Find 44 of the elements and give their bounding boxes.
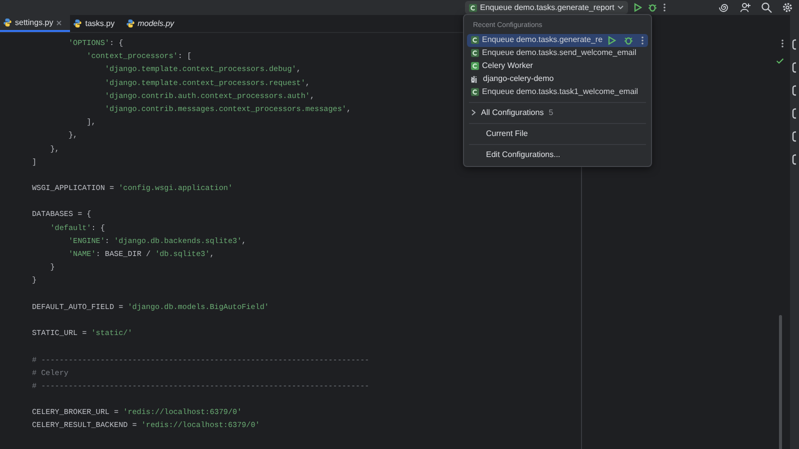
- more-icon[interactable]: [663, 3, 666, 12]
- search-icon[interactable]: [761, 2, 772, 13]
- more-icon[interactable]: [641, 36, 644, 44]
- configuration-item[interactable]: Enqueue demo.tasks.send_welcome_email: [467, 46, 648, 60]
- configuration-item[interactable]: Enqueue demo.tasks.task1_welcome_email: [467, 86, 648, 98]
- celery-icon: [471, 62, 479, 70]
- tool-window-icon[interactable]: [790, 85, 796, 96]
- tool-window-icon[interactable]: [790, 131, 796, 142]
- menu-label: All Configurations: [481, 106, 544, 118]
- all-configurations-item[interactable]: All Configurations 5: [467, 106, 648, 120]
- menu-item[interactable]: Edit Configurations...: [467, 148, 648, 162]
- more-icon[interactable]: [781, 39, 784, 48]
- python-file-icon: [73, 19, 82, 28]
- celery-icon: [469, 4, 477, 12]
- debug-icon[interactable]: [624, 36, 633, 44]
- settings-icon[interactable]: [782, 2, 793, 13]
- chevron-right-icon: [471, 109, 476, 116]
- tool-window-icon[interactable]: [790, 39, 796, 50]
- run-icon[interactable]: [634, 3, 642, 12]
- run-icon[interactable]: [608, 36, 616, 44]
- celery-icon: [471, 88, 479, 96]
- file-tab[interactable]: settings.py: [0, 15, 70, 32]
- python-file-icon: [3, 18, 12, 27]
- file-tab[interactable]: tasks.py: [70, 15, 123, 32]
- close-icon[interactable]: [56, 20, 62, 26]
- tool-window-icon[interactable]: [790, 154, 796, 165]
- spiral-icon[interactable]: [719, 2, 730, 13]
- tool-window-icon[interactable]: [790, 108, 796, 119]
- tool-window-icon[interactable]: [790, 62, 796, 73]
- count-label: 5: [548, 106, 554, 118]
- menu-item[interactable]: Current File: [467, 126, 648, 140]
- chevron-down-icon: [617, 5, 624, 10]
- file-tab[interactable]: models.py: [122, 15, 182, 32]
- python-file-icon: [126, 19, 135, 28]
- celery-icon: [471, 49, 479, 57]
- add-user-icon[interactable]: [740, 2, 751, 13]
- run-configuration-dropdown[interactable]: Enqueue demo.tasks.generate_report: [465, 1, 628, 14]
- celery-icon: [471, 36, 479, 44]
- check-icon: [776, 58, 784, 64]
- configuration-item[interactable]: django-celery-demo: [467, 72, 648, 86]
- configuration-item[interactable]: Celery Worker: [467, 60, 648, 72]
- configuration-item[interactable]: Enqueue demo.tasks.generate_re: [467, 34, 648, 46]
- scrollbar[interactable]: [779, 315, 782, 449]
- debug-icon[interactable]: [648, 3, 658, 12]
